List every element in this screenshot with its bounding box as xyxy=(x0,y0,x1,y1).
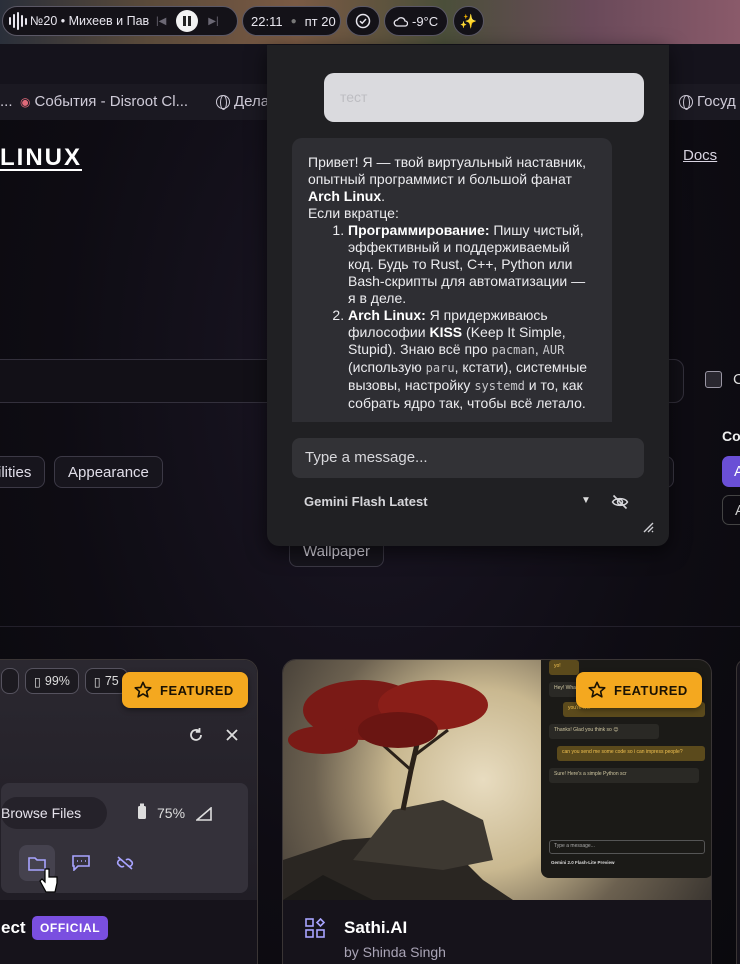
sparkles-button[interactable]: ✨ xyxy=(453,6,484,36)
bookmark-events[interactable]: ◉ События - Disroot Cl... xyxy=(20,93,188,110)
preview-pill xyxy=(1,668,19,694)
assistant-message: Привет! Я — твой виртуальный наставник, … xyxy=(292,138,612,422)
plugin-card-partial[interactable] xyxy=(736,659,740,964)
plugin-card[interactable]: ▯ 99% ▯ 75 Browse Files 75% FEATURED ect… xyxy=(0,659,258,964)
globe-icon xyxy=(679,94,693,110)
weather-temp: -9°C xyxy=(412,13,439,29)
check-circle-icon xyxy=(355,13,371,29)
separator-dot: ● xyxy=(290,15,297,27)
user-message: тест xyxy=(324,73,644,122)
assistant-lead: Если вкратце: xyxy=(308,205,399,221)
resize-handle-icon[interactable] xyxy=(642,521,654,533)
card-title: Sathi.AI xyxy=(344,918,408,937)
sort-option-active[interactable]: A xyxy=(722,456,740,487)
list-item: Arch Linux: Я придерживаюсь философии KI… xyxy=(348,307,596,412)
phone-msg: yo! xyxy=(549,660,579,675)
phone-msg: Sure! Here's a simple Python scr xyxy=(549,768,699,783)
assistant-intro: Привет! Я — твой виртуальный наставник, … xyxy=(308,154,587,204)
assistant-list: Программирование: Пишу чистый, эффективн… xyxy=(332,222,596,412)
phone-msg: can you send me some code so i can impre… xyxy=(557,746,705,761)
unlink-icon xyxy=(107,845,143,881)
card-title: ect xyxy=(1,918,26,937)
phone-icon: ▯ xyxy=(93,674,101,689)
globe-icon xyxy=(216,94,230,110)
star-icon xyxy=(588,681,606,698)
tree-illustration xyxy=(283,680,513,900)
chat-icon xyxy=(63,845,99,881)
disroot-icon: ◉ xyxy=(20,94,31,109)
battery-text: 75% xyxy=(157,805,186,821)
partial-icon xyxy=(1,845,11,881)
card-author: by Shinda Singh xyxy=(344,944,446,960)
featured-badge: FEATURED xyxy=(576,672,702,708)
filter-checkbox[interactable] xyxy=(705,371,722,388)
preview-icon-row xyxy=(1,845,143,881)
clock-time: 22:11 xyxy=(251,13,283,29)
section-divider xyxy=(0,626,740,627)
sparkles-icon: ✨ xyxy=(459,12,478,29)
battery-icon xyxy=(138,803,146,819)
media-title: №20 • Михеев и Пав xyxy=(30,14,150,28)
sort-label: Co xyxy=(722,428,740,444)
phone-model: Gemini 2.0 Flash-Lite Preview xyxy=(551,860,615,865)
refresh-icon xyxy=(190,728,202,741)
sort-option[interactable]: A xyxy=(722,495,740,525)
cloud-icon xyxy=(393,17,408,27)
list-item: Программирование: Пишу чистый, эффективн… xyxy=(348,222,596,307)
top-bar: №20 • Михеев и Пав |◀ ▶| 22:11 ● пт 20 -… xyxy=(0,6,740,36)
browse-files-button: Browse Files xyxy=(1,797,107,829)
official-badge: OFFICIAL xyxy=(32,916,109,940)
chat-popup: тест Привет! Я — твой виртуальный настав… xyxy=(267,45,669,546)
bookmark-gov[interactable]: Госуд xyxy=(679,93,736,110)
cursor-icon xyxy=(39,868,58,893)
phone-icon: ▯ xyxy=(34,674,41,689)
pause-button[interactable] xyxy=(176,10,199,32)
bookmark-tasks[interactable]: Дела xyxy=(216,93,269,110)
media-widget[interactable]: №20 • Михеев и Пав |◀ ▶| xyxy=(2,6,238,36)
checkbox-label: C xyxy=(733,371,740,388)
check-circle-button[interactable] xyxy=(346,6,380,36)
clock-widget[interactable]: 22:11 ● пт 20 xyxy=(242,6,341,36)
plugin-card[interactable]: yo! Hey! What's you're wel Thanks! Glad … xyxy=(282,659,712,964)
star-icon xyxy=(134,681,152,698)
eye-off-icon[interactable] xyxy=(611,493,629,511)
docs-link[interactable]: Docs xyxy=(683,147,717,164)
preview-battery-pill: ▯ 99% xyxy=(25,668,79,694)
weather-widget[interactable]: -9°C xyxy=(384,6,448,36)
next-track-icon[interactable]: ▶| xyxy=(208,16,218,27)
message-input[interactable]: Type a message... xyxy=(292,438,644,478)
close-icon xyxy=(226,729,238,741)
chip-appearance[interactable]: Appearance xyxy=(54,456,163,488)
bookmark-item[interactable]: ... xyxy=(0,93,13,110)
model-selector[interactable]: Gemini Flash Latest xyxy=(304,494,428,509)
chip-utilities[interactable]: ilities xyxy=(0,456,46,488)
widgets-icon xyxy=(305,918,325,938)
phone-msg: Thanks! Glad you think so 😊 xyxy=(549,724,659,739)
preview-status-row: ▯ 99% ▯ 75 xyxy=(1,668,128,694)
site-logo[interactable]: LINUX xyxy=(0,144,82,172)
equalizer-icon xyxy=(9,12,27,30)
phone-input: Type a message... xyxy=(549,840,705,854)
clock-date: пт 20 xyxy=(304,13,336,29)
featured-badge: FEATURED xyxy=(122,672,248,708)
previous-track-icon[interactable]: |◀ xyxy=(156,16,166,27)
signal-icon xyxy=(196,807,212,821)
chevron-down-icon[interactable]: ▼ xyxy=(581,495,591,506)
